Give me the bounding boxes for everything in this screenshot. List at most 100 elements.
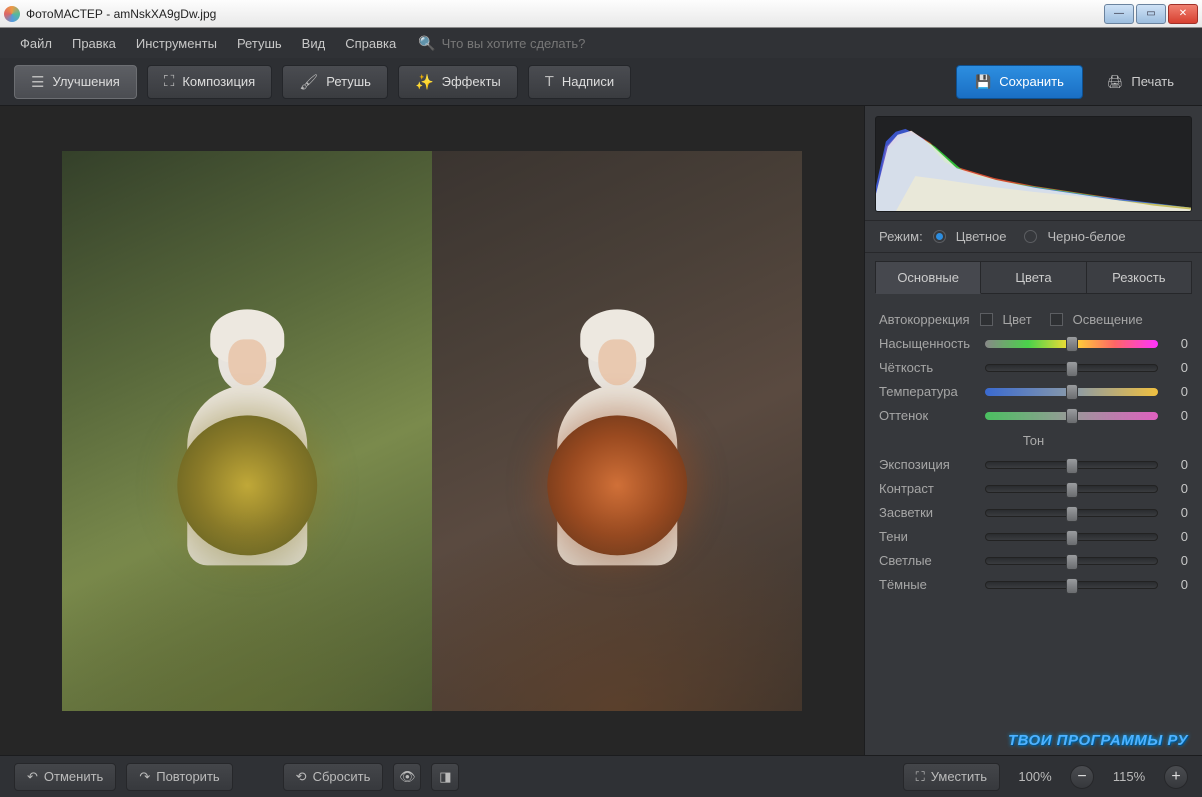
redo-button[interactable]: ↷Повторить	[126, 763, 232, 791]
print-button[interactable]: 🖨Печать	[1093, 65, 1188, 99]
fit-button[interactable]: ⛶Уместить	[903, 763, 1000, 791]
help-search[interactable]: 🔍 Что вы хотите сделать?	[418, 35, 585, 52]
whites-track[interactable]	[985, 557, 1158, 565]
slider-highlights: Засветки 0	[879, 505, 1188, 520]
window-title: ФотоМАСТЕР - amNskXA9gDw.jpg	[26, 7, 216, 21]
tab-basic[interactable]: Основные	[875, 261, 981, 294]
auto-color-label[interactable]: Цвет	[1003, 312, 1032, 327]
slider-temperature: Температура 0	[879, 384, 1188, 399]
slider-saturation: Насыщенность 0	[879, 336, 1188, 351]
menu-edit[interactable]: Правка	[64, 32, 124, 55]
brush-icon: 🖌	[299, 73, 318, 91]
basic-controls: Автокоррекция Цвет Освещение Насыщенност…	[865, 294, 1202, 611]
slider-thumb[interactable]	[1066, 408, 1078, 424]
slider-shadows: Тени 0	[879, 529, 1188, 544]
menu-help[interactable]: Справка	[337, 32, 404, 55]
tab-sharpness[interactable]: Резкость	[1087, 261, 1192, 294]
saturation-track[interactable]	[985, 340, 1158, 348]
slider-thumb[interactable]	[1066, 530, 1078, 546]
shadows-track[interactable]	[985, 533, 1158, 541]
slider-thumb[interactable]	[1066, 336, 1078, 352]
temperature-track[interactable]	[985, 388, 1158, 396]
adjust-tabs: Основные Цвета Резкость	[875, 261, 1192, 294]
blacks-track[interactable]	[985, 581, 1158, 589]
redo-icon: ↷	[139, 769, 150, 785]
canvas-viewport[interactable]	[0, 106, 864, 755]
mode-bw-label[interactable]: Черно-белое	[1047, 229, 1125, 244]
tool-composition[interactable]: ⛶Композиция	[147, 65, 272, 99]
compare-toggle[interactable]: ◨	[431, 763, 459, 791]
slider-thumb[interactable]	[1066, 458, 1078, 474]
compare-icon: ◨	[439, 769, 451, 785]
workspace: Режим: Цветное Черно-белое Основные Цвет…	[0, 106, 1202, 755]
menu-view[interactable]: Вид	[294, 32, 334, 55]
window-controls: — ▭ ✕	[1102, 4, 1198, 24]
watermark-text: ТВОИ ПРОГРАММЫ РУ	[865, 722, 1202, 755]
crop-icon: ⛶	[164, 73, 175, 90]
tool-captions[interactable]: TНадписи	[528, 65, 631, 99]
status-bar: ↶Отменить ↷Повторить ⟲Сбросить 👁 ◨ ⛶Умес…	[0, 755, 1202, 797]
save-icon: 💾	[975, 74, 991, 90]
highlights-track[interactable]	[985, 509, 1158, 517]
maximize-button[interactable]: ▭	[1136, 4, 1166, 24]
app-logo-icon	[4, 6, 20, 22]
preview-toggle[interactable]: 👁	[393, 763, 421, 791]
tool-retouch[interactable]: 🖌Ретушь	[282, 65, 388, 99]
chk-auto-light[interactable]	[1050, 313, 1063, 326]
slider-clarity: Чёткость 0	[879, 360, 1188, 375]
before-after-view	[62, 151, 802, 711]
zoom-out-button[interactable]: −	[1070, 765, 1094, 789]
tool-effects[interactable]: ✨Эффекты	[398, 65, 518, 99]
menu-retouch[interactable]: Ретушь	[229, 32, 290, 55]
chk-auto-color[interactable]	[980, 313, 993, 326]
radio-color[interactable]	[933, 230, 946, 243]
contrast-track[interactable]	[985, 485, 1158, 493]
slider-blacks: Тёмные 0	[879, 577, 1188, 592]
menu-file[interactable]: Файл	[12, 32, 60, 55]
slider-thumb[interactable]	[1066, 482, 1078, 498]
wand-icon: ✨	[415, 73, 434, 91]
main-toolbar: ☰Улучшения ⛶Композиция 🖌Ретушь ✨Эффекты …	[0, 58, 1202, 106]
slider-thumb[interactable]	[1066, 384, 1078, 400]
photo-before	[62, 151, 432, 711]
tint-track[interactable]	[985, 412, 1158, 420]
zoom-in-button[interactable]: +	[1164, 765, 1188, 789]
menu-tools[interactable]: Инструменты	[128, 32, 225, 55]
menu-bar: Файл Правка Инструменты Ретушь Вид Справ…	[0, 28, 1202, 58]
reset-icon: ⟲	[296, 769, 307, 785]
fit-percent: 100%	[1010, 769, 1060, 784]
fit-icon: ⛶	[916, 769, 925, 785]
radio-bw[interactable]	[1024, 230, 1037, 243]
undo-icon: ↶	[27, 769, 38, 785]
exposure-track[interactable]	[985, 461, 1158, 469]
search-icon: 🔍	[418, 35, 435, 52]
autocorrect-row: Автокоррекция Цвет Освещение	[879, 312, 1188, 327]
adjustments-panel: Режим: Цветное Черно-белое Основные Цвет…	[864, 106, 1202, 755]
slider-thumb[interactable]	[1066, 578, 1078, 594]
tone-section-title: Тон	[879, 433, 1188, 448]
reset-button[interactable]: ⟲Сбросить	[283, 763, 384, 791]
autocorrect-label: Автокоррекция	[879, 312, 970, 327]
print-icon: 🖨	[1107, 74, 1124, 90]
zoom-level: 115%	[1104, 769, 1154, 784]
slider-tint: Оттенок 0	[879, 408, 1188, 423]
tab-colors[interactable]: Цвета	[981, 261, 1086, 294]
photo-after	[432, 151, 802, 711]
slider-exposure: Экспозиция 0	[879, 457, 1188, 472]
undo-button[interactable]: ↶Отменить	[14, 763, 116, 791]
slider-thumb[interactable]	[1066, 361, 1078, 377]
mode-color-label[interactable]: Цветное	[956, 229, 1007, 244]
auto-light-label[interactable]: Освещение	[1073, 312, 1143, 327]
histogram	[875, 116, 1192, 212]
slider-thumb[interactable]	[1066, 506, 1078, 522]
minimize-button[interactable]: —	[1104, 4, 1134, 24]
tool-enhance[interactable]: ☰Улучшения	[14, 65, 137, 99]
close-button[interactable]: ✕	[1168, 4, 1198, 24]
save-button[interactable]: 💾Сохранить	[956, 65, 1083, 99]
slider-thumb[interactable]	[1066, 554, 1078, 570]
mode-label: Режим:	[879, 229, 923, 244]
clarity-track[interactable]	[985, 364, 1158, 372]
slider-whites: Светлые 0	[879, 553, 1188, 568]
sliders-icon: ☰	[31, 73, 44, 91]
slider-contrast: Контраст 0	[879, 481, 1188, 496]
